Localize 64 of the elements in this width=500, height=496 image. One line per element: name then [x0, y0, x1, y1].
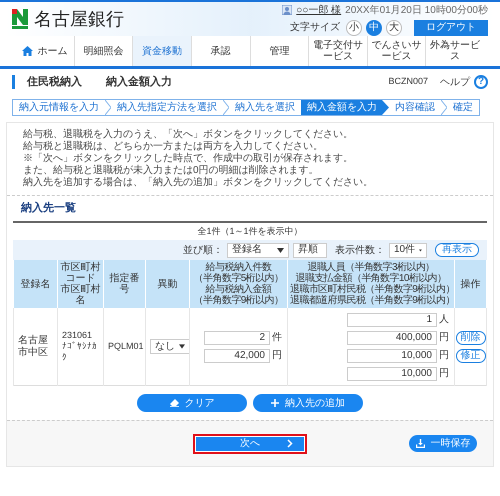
input-field[interactable]: 10,000: [347, 348, 437, 362]
unit-label: 円: [272, 349, 283, 363]
help-link[interactable]: ヘルプ: [440, 74, 470, 90]
add-payee-button[interactable]: 納入先の追加: [253, 394, 363, 412]
column-header: 指定番号: [108, 273, 140, 295]
section-title: 納入先一覧: [20, 200, 77, 216]
step-item: 納入先指定方法を選択: [116, 100, 218, 115]
instruction-text: ※「次へ」ボタンをクリックした時点で、作成中の取引が保存されます。: [23, 153, 354, 164]
font-size-button[interactable]: 大: [386, 20, 402, 36]
table-cell-text: 名古屋市中区: [18, 334, 49, 358]
screen-id: BCZN007: [388, 75, 428, 88]
column-header: 異動: [156, 278, 178, 290]
input-field[interactable]: 42,000: [204, 348, 270, 362]
sort-order-select[interactable]: 昇順: [293, 242, 327, 258]
nav-tab[interactable]: 資金移動: [132, 36, 191, 66]
input-field[interactable]: 10,000: [347, 366, 437, 380]
input-field[interactable]: 1: [347, 312, 437, 326]
sort-label: 並び順：: [183, 244, 223, 258]
column-header: 市区町村コード 市区町村名: [60, 262, 101, 306]
nav-tab[interactable]: ホーム: [16, 36, 74, 66]
row-action-button[interactable]: 修正: [456, 348, 486, 362]
step-item: 納入先を選択: [234, 100, 296, 115]
per-page-select[interactable]: 10件: [389, 242, 427, 258]
input-field[interactable]: 2: [204, 330, 270, 344]
instruction-text: 納入先を追加する場合は、「納入先の追加」ボタンをクリックしてください。: [23, 177, 374, 189]
unit-label: 人: [439, 313, 450, 327]
clear-button[interactable]: クリア: [137, 394, 247, 412]
step-item: 確定: [452, 100, 474, 115]
column-header: 給与税納入件数 （半角数字5桁以内） 給与税納入金額 （半角数字9桁以内）: [192, 262, 284, 306]
next-button[interactable]: 次へ: [193, 434, 307, 454]
unit-label: 件: [272, 331, 283, 345]
user-name-link[interactable]: ○○一郎 様: [296, 2, 342, 18]
refresh-button[interactable]: 再表示: [435, 243, 479, 257]
input-field[interactable]: 400,000: [347, 330, 437, 344]
per-page-label: 表示件数：: [335, 244, 385, 258]
save-draft-button[interactable]: 一時保存: [409, 435, 477, 452]
result-count: 全1件（1～1件を表示中）: [197, 224, 303, 238]
step-item: 納入元情報を入力: [18, 100, 100, 115]
table-cell-text: 231061: [62, 330, 94, 341]
unit-label: 円: [439, 331, 450, 345]
sort-field-select[interactable]: 登録名: [227, 242, 289, 258]
change-select[interactable]: なし: [150, 339, 190, 354]
font-size-button[interactable]: 小: [346, 20, 362, 36]
column-header: 登録名: [20, 278, 52, 290]
step-item: 納入金額を入力: [301, 100, 389, 115]
instruction-text: 給与税、退職税を入力のうえ、「次へ」ボタンをクリックしてください。: [23, 129, 354, 140]
column-header: 操作: [460, 278, 482, 290]
logout-button[interactable]: ログアウト: [414, 20, 488, 36]
page-subtitle: 納入金額入力: [106, 74, 172, 90]
bank-name: 名古屋銀行: [34, 10, 124, 28]
table-cell-text: ﾅｺﾞﾔｼﾅｶｸ: [62, 341, 98, 363]
help-icon[interactable]: ?: [474, 75, 488, 89]
instruction-text: 給与税と退職税は、どちらか一方または両方を入力してください。: [23, 141, 324, 152]
login-datetime: 20XX年01月20日 10時00分00秒: [345, 4, 488, 18]
font-size-button[interactable]: 中: [366, 20, 382, 36]
table-cell-text: PQLM01: [108, 340, 144, 353]
column-header: 退職人員（半角数字3桁以内） 退職支払金額（半角数字10桁以内） 退職市区町村民税（半角数字9桁以内） 退職都道府県民税（半角数字9桁以内）: [290, 262, 452, 306]
step-item: 内容確認: [394, 100, 436, 115]
unit-label: 円: [439, 349, 450, 363]
font-size-label: 文字サイズ: [290, 20, 340, 35]
page-title: 住民税納入: [27, 74, 82, 90]
instruction-text: また、給与税と退職税が未入力または0円の明細は削除されます。: [23, 165, 320, 176]
unit-label: 円: [439, 367, 450, 381]
row-action-button[interactable]: 削除: [456, 330, 486, 344]
